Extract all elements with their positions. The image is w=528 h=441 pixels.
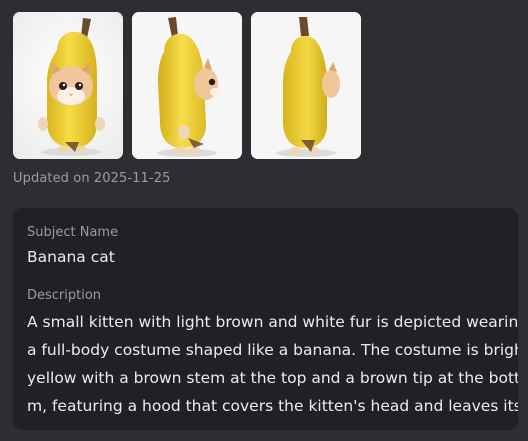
details-card: Subject Name Banana cat Description A sm… — [13, 208, 518, 430]
banana-cat-back-image — [251, 12, 361, 159]
description-line: A small kitten with light brown and whit… — [27, 313, 518, 331]
updated-date: Updated on 2025-11-25 — [13, 171, 171, 186]
banana-cat-side-image — [132, 12, 242, 159]
thumbnail-front[interactable] — [13, 12, 123, 159]
thumbnail-back[interactable] — [251, 12, 361, 159]
banana-cat-front-image — [13, 12, 123, 159]
subject-name-label: Subject Name — [27, 225, 119, 240]
thumbnail-side[interactable] — [132, 12, 242, 159]
description-line: a full-body costume shaped like a banana… — [27, 341, 518, 359]
description-line: m, featuring a hood that covers the kitt… — [27, 397, 518, 415]
image-gallery — [13, 12, 361, 159]
description-text: A small kitten with light brown and whit… — [27, 308, 518, 420]
description-line: yellow with a brown stem at the top and … — [27, 369, 518, 387]
description-label: Description — [27, 288, 102, 303]
subject-name-value: Banana cat — [27, 248, 115, 266]
